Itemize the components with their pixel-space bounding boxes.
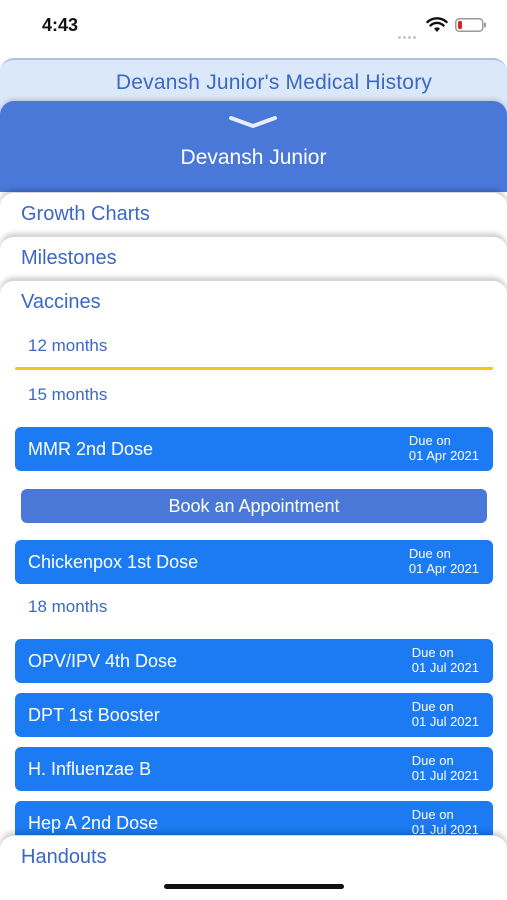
due-label: Due on	[411, 807, 454, 822]
signal-dots-icon	[398, 26, 420, 39]
selected-age-indicator	[15, 367, 493, 370]
status-bar: 4:43	[0, 0, 507, 52]
due-date-value: 01 Apr 2021	[408, 448, 479, 463]
section-vaccines[interactable]: Vaccines 12 months 15 months MMR 2nd Dos…	[0, 280, 507, 845]
battery-low-icon	[455, 18, 486, 32]
due-date-value: 01 Jul 2021	[411, 768, 479, 783]
due-date: Due on 01 Apr 2021	[409, 433, 479, 463]
due-date: Due on 01 Apr 2021	[409, 546, 479, 576]
wifi-icon	[426, 17, 448, 32]
section-handouts[interactable]: Handouts	[0, 835, 507, 900]
section-label: Growth Charts	[21, 203, 150, 225]
vaccine-name: H. Influenzae B	[28, 759, 152, 779]
profile-name: Devansh Junior	[180, 146, 327, 169]
vaccine-name: OPV/IPV 4th Dose	[28, 651, 178, 671]
age-group-12-months[interactable]: 12 months	[28, 336, 107, 356]
vaccine-name: Hep A 2nd Dose	[28, 813, 159, 833]
page-title: Devansh Junior's Medical History	[115, 71, 433, 94]
vaccine-row[interactable]: H. Influenzae B Due on 01 Jul 2021	[15, 747, 493, 791]
due-date: Due on 01 Jul 2021	[412, 699, 479, 729]
due-date: Due on 01 Jul 2021	[412, 807, 479, 837]
vaccine-row[interactable]: Chickenpox 1st Dose Due on 01 Apr 2021	[15, 540, 493, 584]
due-date-value: 01 Jul 2021	[411, 714, 479, 729]
chevron-down-icon[interactable]	[228, 115, 278, 129]
vaccine-name: MMR 2nd Dose	[28, 439, 154, 459]
vaccine-name: DPT 1st Booster	[28, 705, 160, 725]
home-indicator[interactable]	[164, 884, 344, 889]
vaccine-row[interactable]: MMR 2nd Dose Due on 01 Apr 2021	[15, 427, 493, 471]
due-label: Due on	[408, 433, 451, 448]
section-label: Handouts	[21, 846, 107, 868]
due-date-value: 01 Apr 2021	[408, 561, 479, 576]
profile-card[interactable]: Devansh Junior	[0, 101, 507, 192]
book-appointment-button[interactable]: Book an Appointment	[21, 489, 487, 523]
due-label: Due on	[411, 753, 454, 768]
age-group-15-months[interactable]: 15 months	[28, 385, 107, 405]
vaccine-row[interactable]: DPT 1st Booster Due on 01 Jul 2021	[15, 693, 493, 737]
due-label: Due on	[408, 546, 451, 561]
section-label: Milestones	[21, 247, 117, 269]
status-time: 4:43	[42, 15, 79, 35]
due-date-value: 01 Jul 2021	[411, 660, 479, 675]
age-group-18-months[interactable]: 18 months	[28, 597, 107, 617]
vaccine-name: Chickenpox 1st Dose	[28, 552, 199, 572]
vaccine-row[interactable]: OPV/IPV 4th Dose Due on 01 Jul 2021	[15, 639, 493, 683]
due-date: Due on 01 Jul 2021	[412, 753, 479, 783]
due-label: Due on	[411, 645, 454, 660]
due-date: Due on 01 Jul 2021	[412, 645, 479, 675]
due-label: Due on	[411, 699, 454, 714]
section-label: Vaccines	[21, 291, 101, 313]
